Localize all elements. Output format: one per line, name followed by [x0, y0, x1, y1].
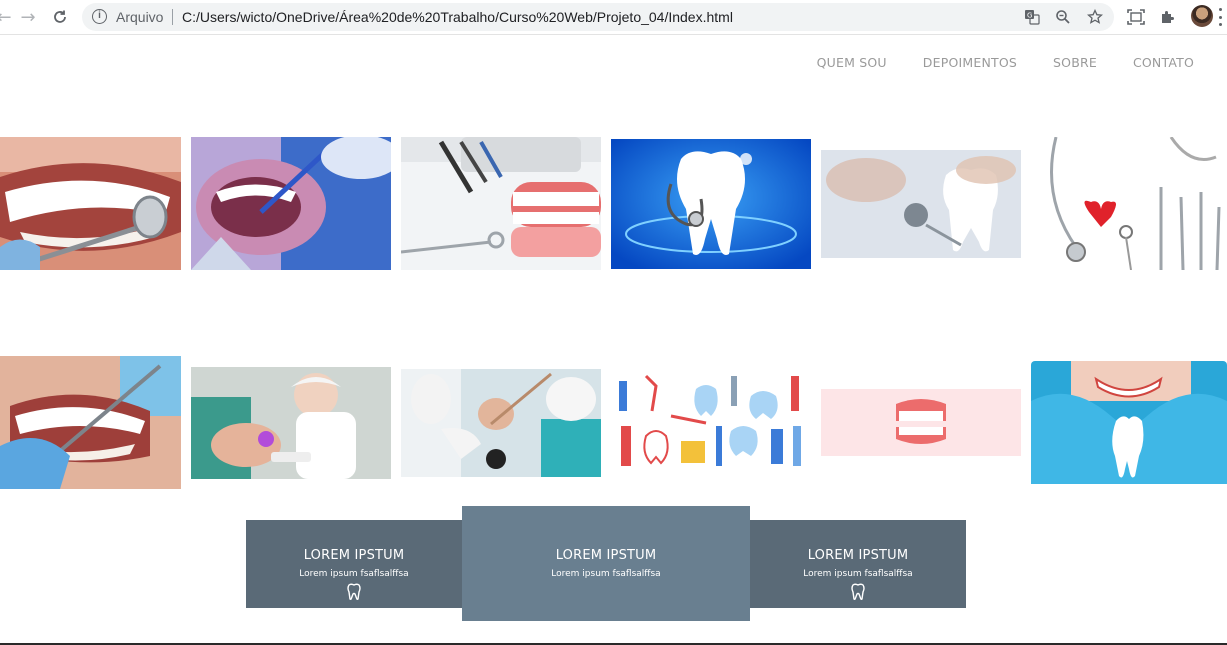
gallery-image-dental-icons	[611, 371, 811, 472]
gallery-image-dentures	[401, 137, 601, 270]
scheme-label: Arquivo	[116, 9, 164, 25]
profile-avatar[interactable]	[1191, 5, 1213, 27]
menu-dots-icon[interactable]	[1219, 8, 1223, 26]
site-nav: QUEM SOU DEPOIMENTOS SOBRE CONTATO	[817, 55, 1194, 70]
tooth-icon	[851, 583, 865, 601]
nav-link-quem-sou[interactable]: QUEM SOU	[817, 55, 887, 70]
url-text[interactable]: C:/Users/wicto/OneDrive/Área%20de%20Trab…	[182, 9, 733, 25]
gallery-image-procedure	[401, 369, 601, 477]
nav-link-depoimentos[interactable]: DEPOIMENTOS	[923, 55, 1017, 70]
card-text: Lorem ipsum fsaflsalffsa	[551, 569, 661, 579]
address-bar[interactable]: i Arquivo C:/Users/wicto/OneDrive/Área%2…	[82, 3, 1114, 31]
capture-icon[interactable]	[1124, 5, 1148, 29]
feature-card-right: LOREM IPSTUM Lorem ipsum fsaflsalffsa	[750, 520, 966, 608]
nav-link-sobre[interactable]: SOBRE	[1053, 55, 1097, 70]
back-arrow-icon[interactable]: ←	[0, 5, 16, 29]
tooth-icon	[347, 583, 361, 601]
card-title: LOREM IPSTUM	[303, 548, 405, 563]
card-title: LOREM IPSTUM	[807, 548, 909, 563]
browser-toolbar: ← → i Arquivo C:/Users/wicto/OneDrive/Ár…	[0, 0, 1227, 35]
gallery-image-probe	[191, 137, 391, 270]
reload-icon[interactable]	[48, 5, 72, 29]
translate-icon[interactable]: G	[1022, 7, 1042, 27]
address-separator	[172, 9, 173, 25]
star-icon[interactable]	[1085, 7, 1105, 27]
gallery-image-dentist-patient	[191, 367, 391, 479]
gallery-image-tooth-stethoscope	[611, 139, 811, 269]
info-icon[interactable]: i	[92, 9, 107, 24]
svg-text:G: G	[1027, 12, 1032, 20]
gallery-image-tooth-model	[821, 150, 1021, 258]
feature-card-center: LOREM IPSTUM Lorem ipsum fsaflsalffsa	[462, 506, 750, 621]
forward-arrow-icon[interactable]: →	[16, 5, 40, 29]
gallery-image-smile-mirror	[0, 137, 181, 270]
gallery-image-denture-illustration	[821, 389, 1021, 456]
gallery-image-hands-heart	[1031, 361, 1227, 484]
puzzle-icon[interactable]	[1156, 5, 1180, 29]
gallery-image-dental-exam	[0, 356, 181, 489]
zoom-icon[interactable]	[1053, 7, 1073, 27]
feature-card-left: LOREM IPSTUM Lorem ipsum fsaflsalffsa	[246, 520, 462, 608]
card-text: Lorem ipsum fsaflsalffsa	[803, 569, 913, 579]
gallery-image-heart-tools	[1031, 137, 1227, 270]
nav-link-contato[interactable]: CONTATO	[1133, 55, 1194, 70]
card-text: Lorem ipsum fsaflsalffsa	[299, 569, 409, 579]
card-title: LOREM IPSTUM	[555, 548, 657, 563]
